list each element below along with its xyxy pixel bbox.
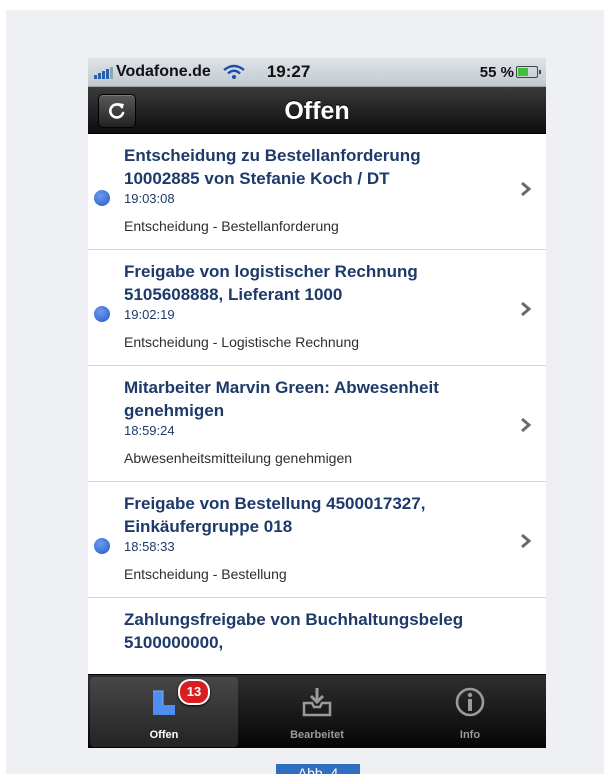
- list-item-type: Entscheidung - Bestellanforderung: [124, 218, 339, 234]
- list-item-type: Entscheidung - Bestellung: [124, 566, 287, 582]
- unread-dot-icon: [94, 538, 110, 554]
- download-tray-icon: [302, 688, 332, 717]
- tab-info[interactable]: Info: [396, 677, 544, 747]
- tab-badge: 13: [178, 679, 210, 705]
- chevron-right-icon: [521, 182, 532, 196]
- carrier-name: Vodafone.de: [116, 63, 211, 80]
- list-item[interactable]: Freigabe von Bestellung 4500017327, Eink…: [88, 482, 546, 598]
- tab-label: Bearbeitet: [290, 729, 344, 741]
- chevron-right-icon: [521, 418, 532, 432]
- list-item[interactable]: Mitarbeiter Marvin Green: Abwesenheit ge…: [88, 366, 546, 482]
- list-item-type: Entscheidung - Logistische Rechnung: [124, 334, 360, 350]
- chevron-right-icon: [521, 534, 532, 548]
- figure-frame: Vodafone.de 19:27 55 % Offen Entscheidun…: [6, 10, 604, 774]
- list-item-time: 19:02:19: [124, 307, 175, 322]
- page-title: Offen: [284, 97, 350, 125]
- unread-dot-icon: [94, 306, 110, 322]
- list-item-time: 19:03:08: [124, 191, 175, 206]
- tab-bearbeitet[interactable]: Bearbeitet: [243, 677, 391, 747]
- task-list: Entscheidung zu Bestellanforderung 10002…: [88, 134, 546, 674]
- list-item-type: Abwesenheitsmitteilung genehmigen: [124, 450, 353, 466]
- list-item[interactable]: Entscheidung zu Bestellanforderung 10002…: [88, 134, 546, 250]
- list-item-title: Zahlungsfreigabe von Buchhaltungsbeleg 5…: [124, 610, 464, 652]
- battery-icon: [516, 66, 541, 78]
- list-item-time: 18:59:24: [124, 423, 175, 438]
- list-item-time: 18:58:33: [124, 539, 175, 554]
- list-item-title: Entscheidung zu Bestellanforderung 10002…: [124, 146, 421, 188]
- battery-percentage: 55 %: [479, 63, 514, 81]
- list-item[interactable]: Freigabe von logistischer Rechnung 51056…: [88, 250, 546, 366]
- tab-bar: 13 Offen Bearbeitet Info: [88, 674, 546, 748]
- tab-label: Offen: [149, 729, 179, 741]
- clock: 19:27: [266, 62, 311, 81]
- list-item-title: Freigabe von Bestellung 4500017327, Eink…: [124, 494, 426, 536]
- tab-offen[interactable]: 13 Offen: [90, 677, 238, 747]
- list-item[interactable]: Zahlungsfreigabe von Buchhaltungsbeleg 5…: [88, 598, 546, 674]
- info-icon: [455, 687, 485, 717]
- tab-label: Info: [459, 729, 481, 741]
- list-item-title: Freigabe von logistischer Rechnung 51056…: [124, 262, 418, 304]
- chevron-right-icon: [521, 302, 532, 316]
- list-item-title: Mitarbeiter Marvin Green: Abwesenheit ge…: [124, 378, 439, 420]
- navigation-bar: Offen: [88, 87, 546, 134]
- status-bar: Vodafone.de 19:27 55 %: [88, 58, 546, 87]
- wifi-icon: [223, 64, 245, 79]
- figure-caption: Abb. 4: [276, 764, 360, 774]
- signal-strength-icon: [94, 65, 113, 79]
- unread-dot-icon: [94, 190, 110, 206]
- phone-screen: Vodafone.de 19:27 55 % Offen Entscheidun…: [88, 58, 546, 748]
- inbox-icon: [153, 690, 175, 715]
